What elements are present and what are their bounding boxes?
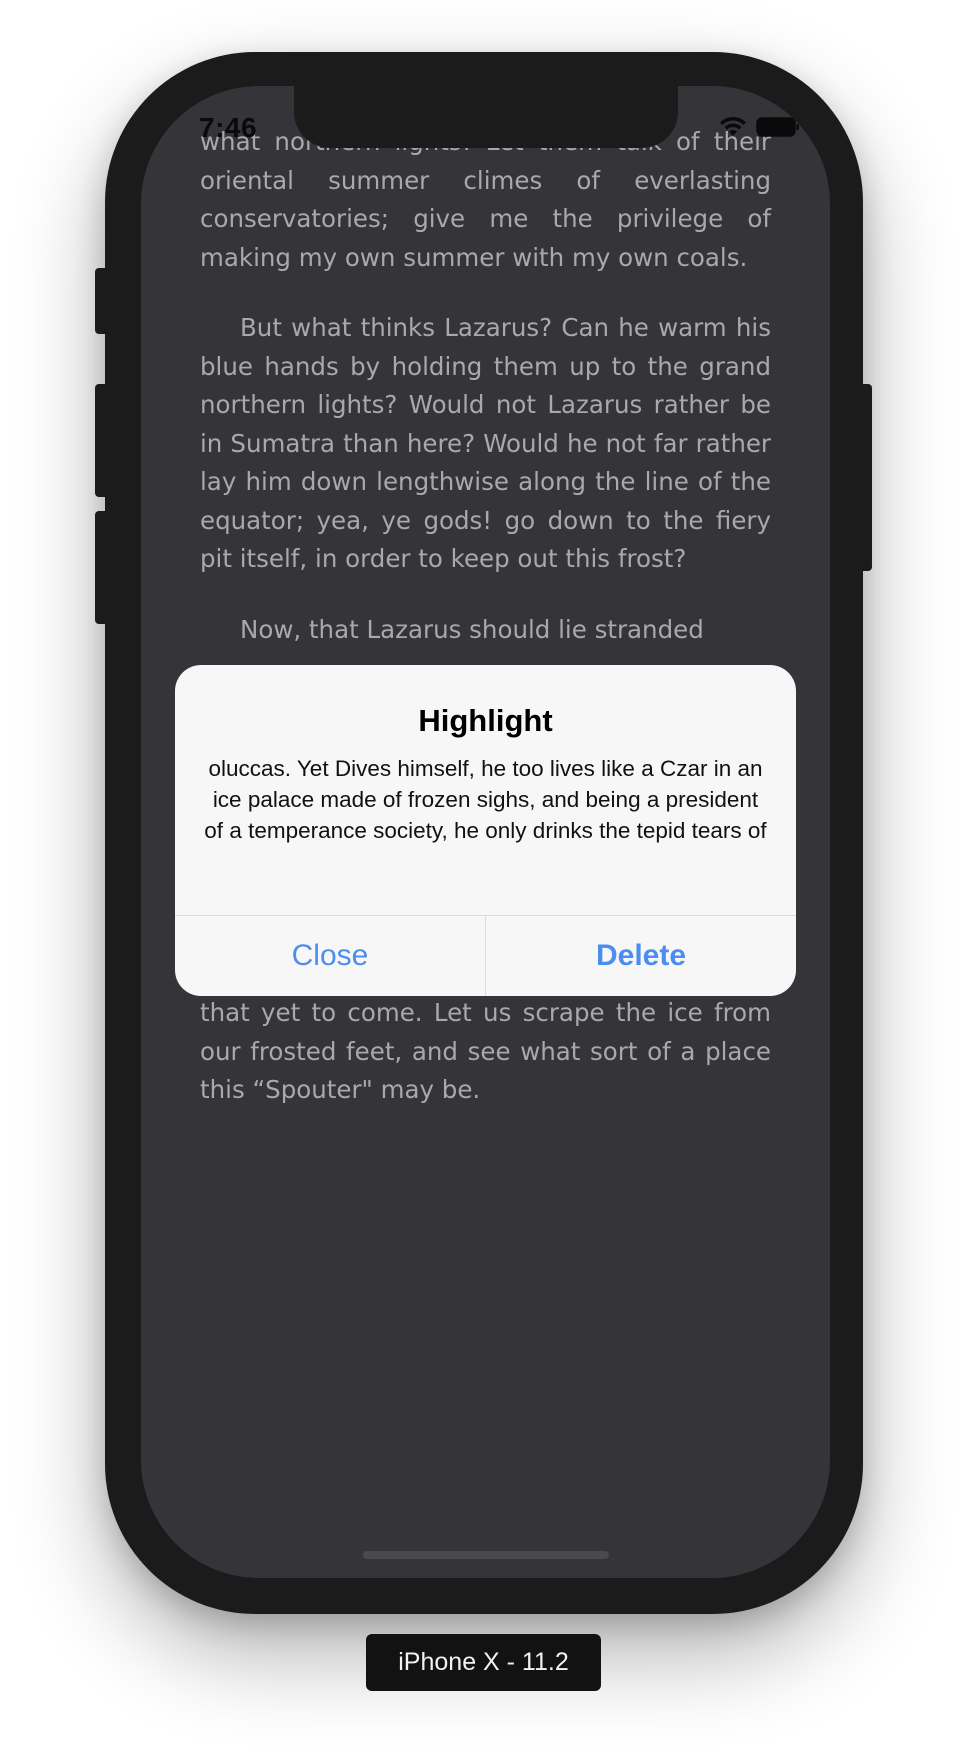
phone-screen: what northern lights! Let them talk of t… [141,86,830,1578]
close-button[interactable]: Close [175,916,485,996]
status-time: 7:46 [199,112,258,143]
wifi-icon [718,116,748,138]
home-indicator[interactable] [363,1551,609,1559]
highlight-alert: Highlight oluccas. Yet Dives himself, he… [175,665,796,996]
status-icons [718,116,800,138]
battery-icon [756,116,800,138]
alert-title: Highlight [418,703,553,738]
notch [294,86,678,148]
delete-button[interactable]: Delete [486,916,796,996]
alert-message: oluccas. Yet Dives himself, he too lives… [204,756,767,843]
device-label: iPhone X - 11.2 [366,1634,601,1691]
simulator-stage: what northern lights! Let them talk of t… [0,0,968,1761]
